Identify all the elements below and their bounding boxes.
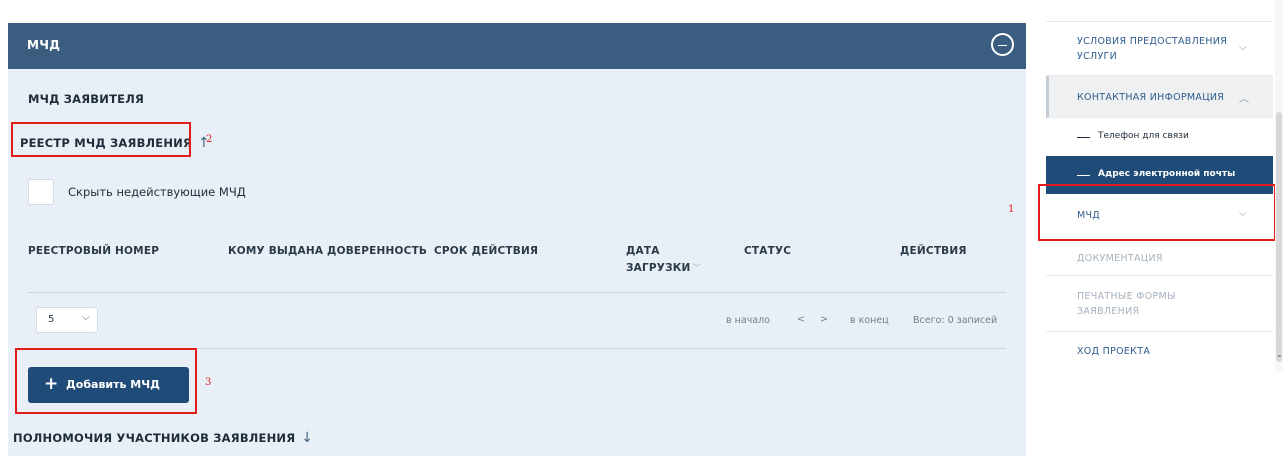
page-size-select[interactable]: 5 ⌵ — [36, 307, 98, 333]
annotation-label-2: 2 — [206, 134, 213, 145]
sidebar-item-progress-label: ХОД ПРОЕКТА — [1077, 346, 1151, 357]
chevron-down-icon: ⌵ — [82, 312, 90, 323]
sidebar-item-contacts[interactable]: КОНТАКТНАЯ ИНФОРМАЦИЯ ︿ — [1046, 76, 1273, 118]
hide-invalid-label: Скрыть недействующие МЧД — [68, 185, 246, 199]
pager-total: Всего: 0 записей — [913, 315, 998, 326]
powers-title-label: ПОЛНОМОЧИЯ УЧАСТНИКОВ ЗАЯВЛЕНИЯ — [13, 431, 296, 445]
th-status: СТАТУС — [744, 245, 792, 257]
annotation-label-3: 3 — [205, 377, 212, 388]
sidebar-item-conditions[interactable]: УСЛОВИЯ ПРЕДОСТАВЛЕНИЯ УСЛУГИ ⌵ — [1046, 22, 1273, 76]
page-size-value: 5 — [48, 314, 55, 325]
chevron-down-icon: ⌵ — [1239, 42, 1247, 53]
th-upload-date[interactable]: ДАТА ЗАГРУЗКИ ﹀ — [626, 243, 702, 278]
panel-header: МЧД — [8, 23, 1026, 69]
th-upload-date-line1: ДАТА — [626, 245, 660, 257]
sort-icon[interactable]: ﹀ — [693, 264, 702, 274]
annotation-box-2 — [11, 122, 191, 157]
sidebar-item-documentation-label: ДОКУМЕНТАЦИЯ — [1077, 253, 1163, 264]
hide-invalid-checkbox[interactable] — [28, 179, 54, 205]
arrow-down-icon: ↓ — [301, 430, 314, 446]
pager-last[interactable]: в конец — [850, 315, 889, 326]
sidebar-subitem-phone-label: Телефон для связи — [1098, 131, 1189, 141]
pager-next-icon[interactable]: > — [820, 314, 828, 325]
th-registry-number: РЕЕСТРОВЫЙ НОМЕР — [28, 245, 160, 257]
th-upload-date-line2: ЗАГРУЗКИ — [626, 262, 691, 274]
applicant-mchd-title[interactable]: МЧД ЗАЯВИТЕЛЯ — [28, 92, 144, 106]
pager-prev-icon[interactable]: < — [797, 314, 805, 325]
collapse-icon[interactable] — [991, 33, 1014, 56]
th-actions: ДЕЙСТВИЯ — [900, 245, 967, 257]
annotation-box-1 — [1038, 184, 1276, 241]
scroll-down-icon[interactable]: ⌄ — [1276, 350, 1283, 359]
table-divider — [28, 292, 1006, 293]
sidebar-item-documentation[interactable]: ДОКУМЕНТАЦИЯ — [1046, 240, 1273, 276]
dash-icon — [1077, 137, 1090, 138]
chevron-up-icon: ︿ — [1239, 94, 1249, 105]
sidebar-subitem-phone[interactable]: Телефон для связи — [1046, 118, 1273, 156]
sidebar-item-prev[interactable] — [1046, 0, 1273, 22]
annotation-label-1: 1 — [1008, 204, 1015, 215]
th-issued-to: КОМУ ВЫДАНА ДОВЕРЕННОСТЬ — [228, 245, 428, 257]
sidebar-item-print-forms-label: ПЕЧАТНЫЕ ФОРМЫ ЗАЯВЛЕНИЯ — [1077, 291, 1176, 317]
dash-icon — [1077, 175, 1090, 176]
panel-title: МЧД — [27, 38, 61, 52]
powers-title[interactable]: ПОЛНОМОЧИЯ УЧАСТНИКОВ ЗАЯВЛЕНИЯ ↓ — [13, 430, 313, 446]
sidebar-item-conditions-label: УСЛОВИЯ ПРЕДОСТАВЛЕНИЯ УСЛУГИ — [1077, 36, 1228, 62]
sidebar-item-print-forms[interactable]: ПЕЧАТНЫЕ ФОРМЫ ЗАЯВЛЕНИЯ — [1046, 276, 1273, 332]
sidebar-item-contacts-label: КОНТАКТНАЯ ИНФОРМАЦИЯ — [1077, 92, 1225, 103]
sidebar-subitem-email-label: Адрес электронной почты — [1098, 169, 1236, 179]
sidebar-item-progress[interactable]: ХОД ПРОЕКТА — [1046, 332, 1273, 372]
th-validity: СРОК ДЕЙСТВИЯ — [434, 245, 539, 257]
annotation-box-3 — [15, 348, 197, 414]
sidebar-scrollbar-thumb[interactable] — [1276, 112, 1282, 362]
pager-first[interactable]: в начало — [726, 315, 770, 326]
